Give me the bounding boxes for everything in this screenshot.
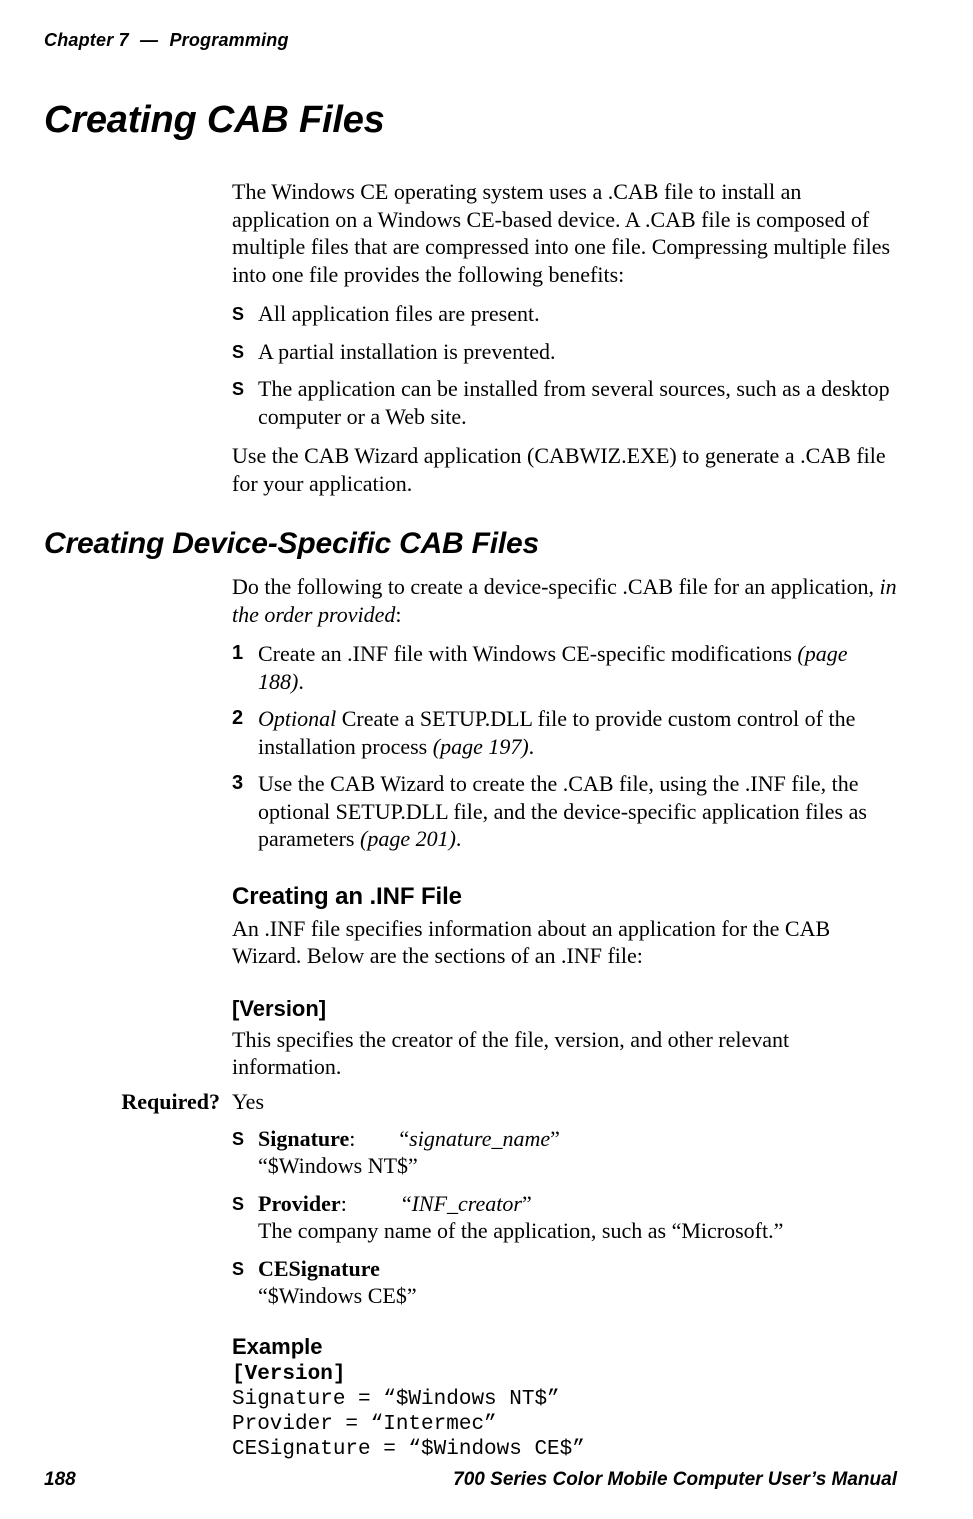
step-text: Use the CAB Wizard to create the .CAB fi… bbox=[258, 771, 867, 851]
list-item: Optional Create a SETUP.DLL file to prov… bbox=[232, 705, 897, 760]
step-optional: Optional bbox=[258, 706, 336, 731]
dash: — bbox=[140, 30, 158, 50]
example-code: [Version] Signature = “$Windows NT$” Pro… bbox=[232, 1362, 897, 1463]
list-item: A partial installation is prevented. bbox=[232, 338, 897, 366]
example-line-2: Signature = “$Windows NT$” bbox=[232, 1388, 560, 1411]
intro-paragraph-2: Use the CAB Wizard application (CABWIZ.E… bbox=[232, 442, 897, 497]
list-item: Provider: “INF_creator” The company name… bbox=[232, 1190, 897, 1245]
page-footer: 188 700 Series Color Mobile Computer Use… bbox=[44, 1469, 897, 1491]
close-quote: ” bbox=[550, 1126, 560, 1151]
cds-text-pre: Do the following to create a device-spec… bbox=[232, 574, 880, 599]
close-quote: ” bbox=[522, 1191, 532, 1216]
cds-paragraph: Do the following to create a device-spec… bbox=[232, 573, 897, 628]
list-item: Signature: “signature_name” “$Windows NT… bbox=[232, 1125, 897, 1180]
version-item-line2: “$Windows CE$” bbox=[258, 1282, 897, 1310]
required-label: Required? bbox=[44, 1089, 232, 1115]
running-head: Chapter 7 — Programming bbox=[44, 30, 897, 51]
required-row: Required? Yes bbox=[44, 1089, 897, 1115]
version-item-sep: : bbox=[341, 1191, 347, 1216]
list-item: Create an .INF file with Windows CE-spec… bbox=[232, 640, 897, 695]
list-item: CESignature “$Windows CE$” bbox=[232, 1255, 897, 1310]
version-item-line2: The company name of the application, suc… bbox=[258, 1217, 897, 1245]
heading-creating-cab-files: Creating CAB Files bbox=[44, 99, 897, 142]
heading-creating-inf: Creating an .INF File bbox=[232, 883, 897, 911]
required-value: Yes bbox=[232, 1089, 897, 1115]
version-item-name: Signature bbox=[258, 1126, 349, 1151]
example-line-4: CESignature = “$Windows CE$” bbox=[232, 1438, 585, 1461]
cds-text-post: : bbox=[395, 602, 401, 627]
step-post: . bbox=[298, 669, 304, 694]
manual-title: 700 Series Color Mobile Computer User’s … bbox=[453, 1469, 897, 1491]
steps-list: Create an .INF file with Windows CE-spec… bbox=[232, 640, 897, 853]
page-number: 188 bbox=[44, 1469, 76, 1491]
intro-bullet-list: All application files are present. A par… bbox=[232, 300, 897, 430]
version-item-line2: “$Windows NT$” bbox=[258, 1152, 897, 1180]
list-item: All application files are present. bbox=[232, 300, 897, 328]
section-label: Programming bbox=[169, 30, 288, 50]
heading-device-specific: Creating Device-Specific CAB Files bbox=[44, 527, 897, 561]
heading-version-section: [Version] bbox=[232, 996, 897, 1022]
list-item: Use the CAB Wizard to create the .CAB fi… bbox=[232, 770, 897, 853]
heading-example: Example bbox=[232, 1334, 897, 1360]
step-pageref: (page 201) bbox=[360, 826, 456, 851]
chapter-label: Chapter 7 bbox=[44, 30, 129, 50]
version-item-sep: : bbox=[349, 1126, 355, 1151]
step-text: Create an .INF file with Windows CE-spec… bbox=[258, 641, 797, 666]
step-pageref: (page 197) bbox=[433, 734, 529, 759]
open-quote: “ bbox=[399, 1126, 409, 1151]
intro-paragraph: The Windows CE operating system uses a .… bbox=[232, 178, 897, 288]
inf-paragraph: An .INF file specifies information about… bbox=[232, 915, 897, 970]
example-line-3: Provider = “Intermec” bbox=[232, 1413, 497, 1436]
example-line-1: [Version] bbox=[232, 1363, 345, 1386]
step-post: . bbox=[529, 734, 535, 759]
open-quote: “ bbox=[402, 1191, 412, 1216]
version-paragraph: This specifies the creator of the file, … bbox=[232, 1026, 897, 1081]
version-item-placeholder: INF_creator bbox=[412, 1191, 522, 1216]
step-text: Create a SETUP.DLL file to provide custo… bbox=[258, 706, 855, 759]
version-item-name: CESignature bbox=[258, 1256, 380, 1281]
version-item-placeholder: signature_name bbox=[409, 1126, 550, 1151]
version-item-name: Provider bbox=[258, 1191, 341, 1216]
list-item: The application can be installed from se… bbox=[232, 375, 897, 430]
version-items-list: Signature: “signature_name” “$Windows NT… bbox=[232, 1125, 897, 1310]
step-post: . bbox=[456, 826, 462, 851]
